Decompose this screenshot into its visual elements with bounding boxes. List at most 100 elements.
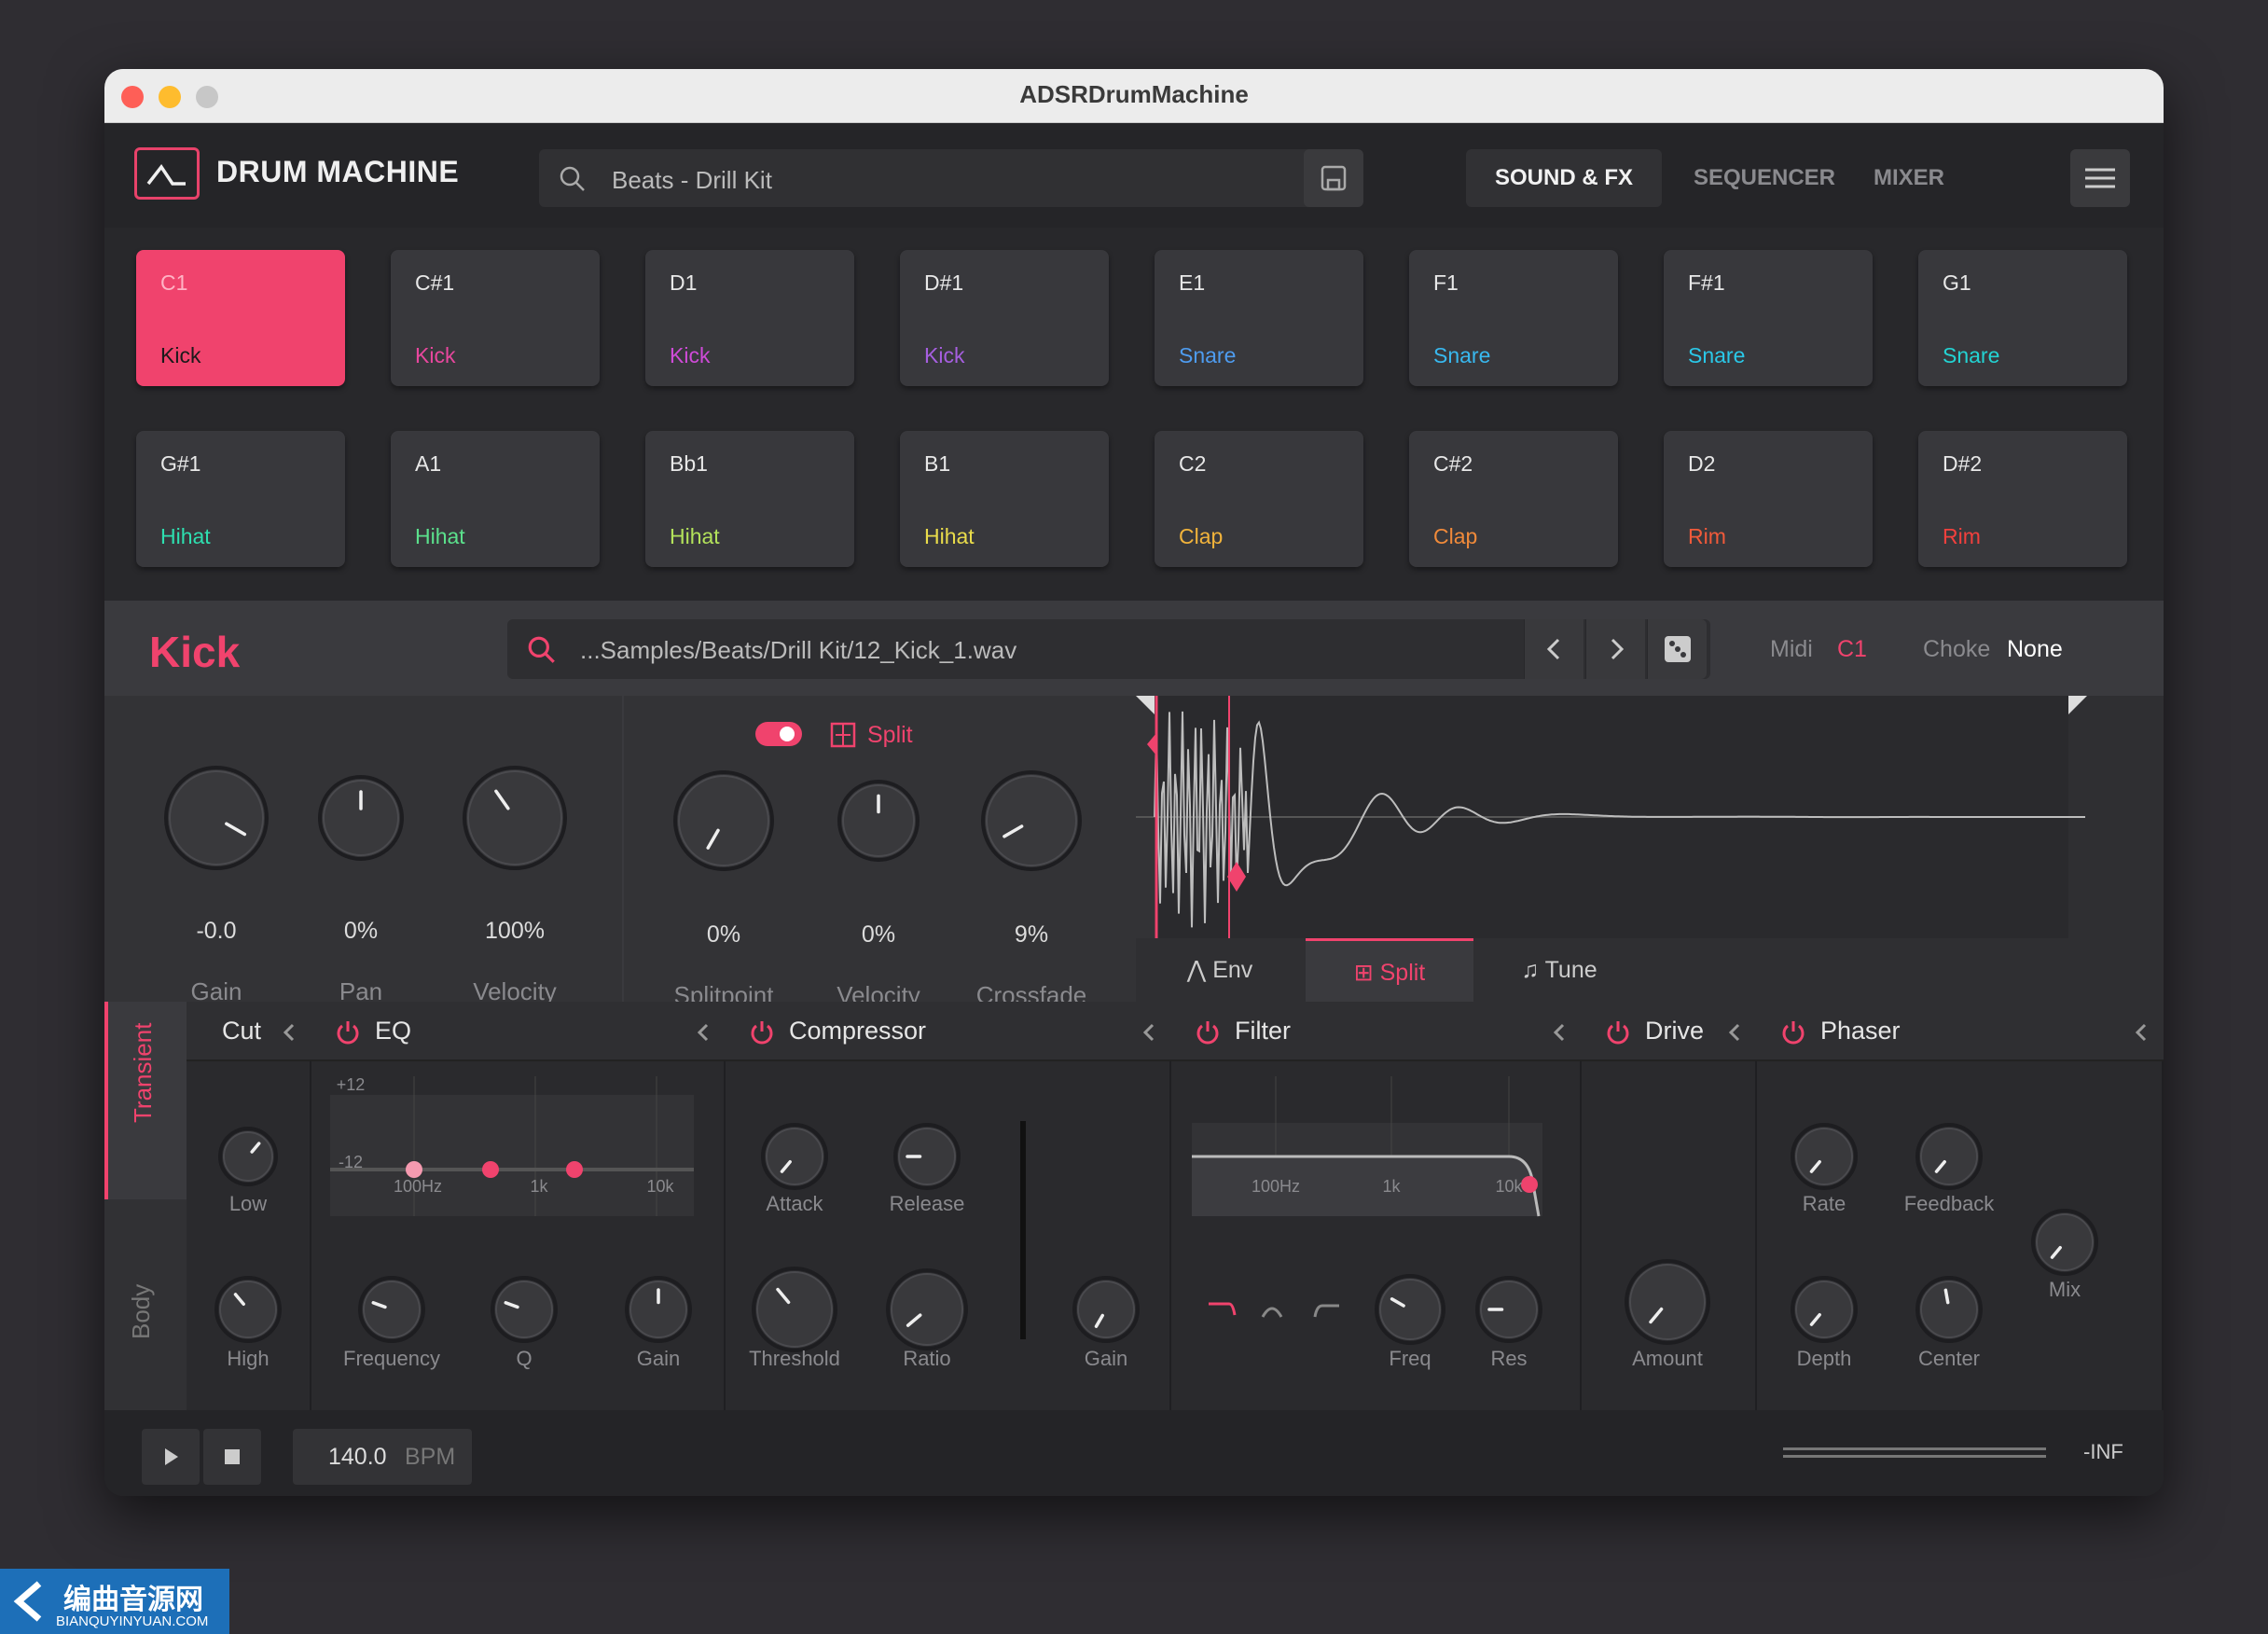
tab-tune[interactable]: ♫ Tune (1475, 938, 1643, 1002)
knob-label: Feedback (1903, 1192, 1995, 1215)
side-tab-transient[interactable]: Transient (104, 1002, 187, 1199)
filter-type-selector[interactable] (1205, 1295, 1373, 1332)
pad-e1[interactable]: E1 Snare (1155, 250, 1363, 386)
knob[interactable] (624, 1275, 693, 1344)
knob[interactable] (760, 1122, 829, 1191)
knob[interactable] (892, 1122, 961, 1191)
knob-value: 0% (706, 921, 741, 948)
pad-note: D#1 (924, 270, 964, 295)
pad-g1[interactable]: G1 Snare (1918, 250, 2127, 386)
knob[interactable] (885, 1267, 969, 1351)
chevron-left-icon[interactable] (692, 1020, 714, 1045)
power-icon[interactable] (1779, 1018, 1807, 1046)
pad-f1[interactable]: F1 Snare (1409, 250, 1618, 386)
pad-a1[interactable]: A1 Hihat (391, 431, 600, 567)
fx-header: Cut (187, 1002, 311, 1061)
knob-label: Low (228, 1192, 268, 1215)
pad-csharp1[interactable]: C#1 Kick (391, 250, 600, 386)
power-icon[interactable] (334, 1018, 362, 1046)
previous-sample-button[interactable] (1524, 619, 1583, 679)
knob[interactable] (1072, 1275, 1141, 1344)
tab-env-label: Env (1212, 957, 1253, 983)
top-bar: DRUM MACHINE Beats - Drill Kit SOUND & F… (104, 123, 2164, 228)
pad-bb1[interactable]: Bb1 Hihat (645, 431, 854, 567)
knob[interactable] (980, 769, 1083, 872)
tab-env[interactable]: ⋀ Env (1136, 938, 1304, 1002)
knob[interactable] (357, 1275, 426, 1344)
app-window: ADSRDrumMachine DRUM MACHINE Beats - Dri… (104, 69, 2164, 1496)
tab-mixer[interactable]: MIXER (1858, 149, 1960, 207)
level-readout: -INF (2083, 1440, 2123, 1463)
power-icon[interactable] (1604, 1018, 1632, 1046)
chevron-left-icon[interactable] (1723, 1020, 1746, 1045)
waveform-display[interactable] (1136, 696, 2164, 938)
fx-drive: Drive Amount (1582, 1002, 1757, 1410)
eq-db-bottom: -12 (338, 1153, 363, 1171)
pad-csharp2[interactable]: C#2 Clap (1409, 431, 1618, 567)
tab-sequencer[interactable]: SEQUENCER (1680, 149, 1848, 207)
chevron-left-icon[interactable] (1548, 1020, 1570, 1045)
pad-note: C1 (160, 270, 188, 295)
app-name: DRUM MACHINE (216, 155, 460, 188)
logo-icon (134, 147, 200, 200)
knob[interactable] (462, 765, 568, 871)
pad-c2[interactable]: C2 Clap (1155, 431, 1363, 567)
filter-graph[interactable] (1192, 1058, 1565, 1253)
power-icon[interactable] (1194, 1018, 1222, 1046)
split-toggle[interactable] (755, 722, 802, 746)
pad-d2[interactable]: D2 Rim (1664, 431, 1873, 567)
knob[interactable] (317, 774, 405, 862)
power-icon[interactable] (748, 1018, 776, 1046)
choke-value[interactable]: None (2007, 636, 2063, 663)
menu-button[interactable] (2070, 149, 2130, 207)
dice-icon (1665, 636, 1691, 662)
chevron-left-icon[interactable] (278, 1020, 300, 1045)
bpm-unit: BPM (405, 1444, 456, 1470)
side-tab-body[interactable]: Body (104, 1199, 187, 1410)
pad-sound: Clap (1179, 524, 1224, 548)
knob[interactable] (837, 779, 920, 863)
stop-button[interactable] (203, 1429, 261, 1485)
knob[interactable] (672, 769, 775, 872)
knob-label: Attack (766, 1192, 823, 1215)
save-preset-button[interactable] (1304, 149, 1363, 207)
play-button[interactable] (142, 1429, 200, 1485)
knob[interactable] (163, 765, 270, 871)
chevron-left-icon (1546, 638, 1560, 660)
random-sample-button[interactable] (1647, 619, 1707, 679)
knob[interactable] (1474, 1275, 1543, 1344)
pad-sound: Kick (415, 343, 456, 367)
knob[interactable] (1624, 1258, 1711, 1346)
knob[interactable] (214, 1275, 283, 1344)
chevron-left-icon[interactable] (1138, 1020, 1160, 1045)
waveform (1136, 696, 2164, 938)
pad-sound: Kick (160, 343, 201, 367)
tab-sound-fx[interactable]: SOUND & FX (1466, 149, 1662, 207)
knob[interactable] (490, 1275, 559, 1344)
midi-note[interactable]: C1 (1837, 636, 1867, 663)
knob[interactable] (2030, 1208, 2099, 1277)
chevron-left-icon[interactable] (2130, 1020, 2152, 1045)
tab-split[interactable]: ⊞ Split (1306, 938, 1473, 1002)
pad-d1[interactable]: D1 Kick (645, 250, 854, 386)
knob[interactable] (1790, 1275, 1859, 1344)
split-icon: ⊞ (1353, 960, 1374, 986)
pad-c1[interactable]: C1 Kick (136, 250, 345, 386)
window-title: ADSRDrumMachine (1019, 80, 1249, 108)
next-sample-button[interactable] (1585, 619, 1645, 679)
pad-b1[interactable]: B1 Hihat (900, 431, 1109, 567)
knob[interactable] (1374, 1273, 1446, 1346)
knob[interactable] (1915, 1275, 1984, 1344)
knob[interactable] (1915, 1122, 1984, 1191)
pad-dsharp1[interactable]: D#1 Kick (900, 250, 1109, 386)
preset-search[interactable]: Beats - Drill Kit (539, 149, 1313, 207)
pad-fsharp1[interactable]: F#1 Snare (1664, 250, 1873, 386)
knob[interactable] (1790, 1122, 1859, 1191)
pad-dsharp2[interactable]: D#2 Rim (1918, 431, 2127, 567)
knob[interactable] (751, 1266, 838, 1353)
knob[interactable] (217, 1126, 279, 1187)
pad-gsharp1[interactable]: G#1 Hihat (136, 431, 345, 567)
pad-sound: Hihat (924, 524, 975, 548)
eq-graph[interactable] (330, 1058, 703, 1253)
bpm-field[interactable]: 140.0 BPM (293, 1429, 472, 1485)
